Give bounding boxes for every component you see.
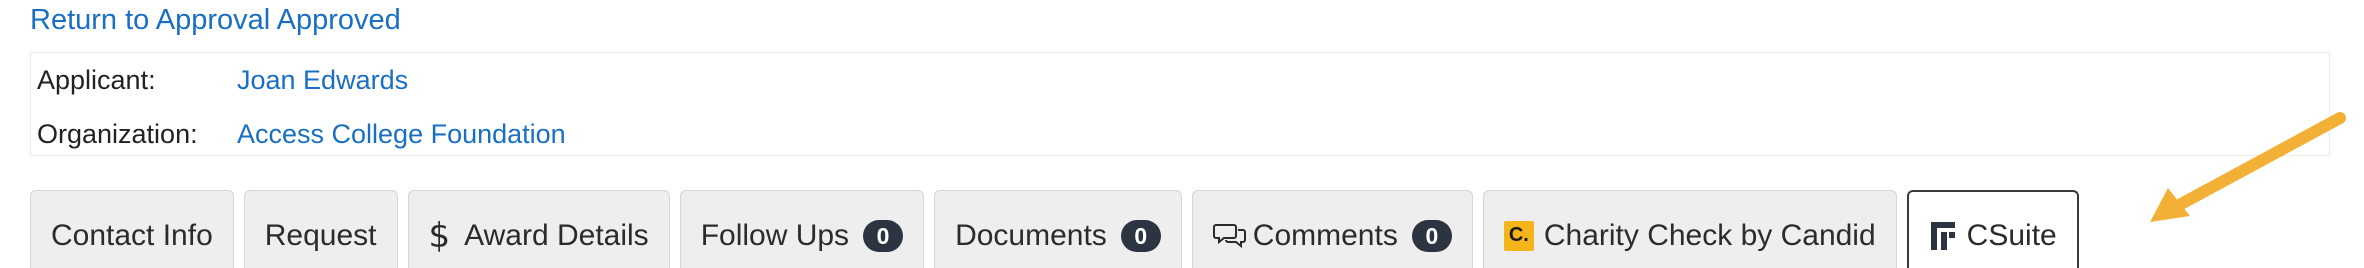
- candid-logo-icon: C.: [1503, 220, 1534, 251]
- return-link[interactable]: Return to Approval Approved: [30, 2, 401, 38]
- count-badge: 0: [863, 219, 904, 252]
- pointer-arrow-icon: [2150, 112, 2346, 222]
- count-badge: 0: [1120, 219, 1161, 252]
- tab-follow-ups[interactable]: Follow Ups 0: [679, 190, 925, 268]
- applicant-info-panel: Applicant: Joan Edwards Organization: Ac…: [30, 52, 2330, 156]
- tab-charity-check[interactable]: C. Charity Check by Candid: [1482, 190, 1897, 268]
- tab-documents[interactable]: Documents 0: [934, 190, 1182, 268]
- applicant-row: Applicant: Joan Edwards: [37, 63, 408, 97]
- tab-label: Documents: [955, 218, 1107, 252]
- tab-award-details[interactable]: $ Award Details: [407, 190, 670, 268]
- dollar-icon: $: [428, 215, 451, 256]
- organization-row: Organization: Access College Foundation: [37, 117, 566, 151]
- tab-label: Award Details: [464, 218, 649, 252]
- applicant-link[interactable]: Joan Edwards: [237, 63, 408, 97]
- applicant-label: Applicant:: [37, 65, 156, 95]
- tab-label: CSuite: [1966, 219, 2057, 252]
- tab-request[interactable]: Request: [243, 190, 398, 268]
- tab-label: Comments: [1252, 218, 1398, 252]
- count-badge: 0: [1411, 219, 1452, 252]
- organization-label: Organization:: [37, 119, 198, 149]
- tab-bar: Contact Info Request $ Award Details Fol…: [30, 190, 2079, 268]
- tab-csuite[interactable]: CSuite: [1906, 190, 2079, 268]
- comments-icon: [1212, 222, 1247, 250]
- tab-contact-info[interactable]: Contact Info: [30, 190, 234, 268]
- tab-label: Follow Ups: [700, 218, 850, 252]
- organization-link[interactable]: Access College Foundation: [237, 117, 566, 151]
- tab-label: Request: [264, 218, 377, 252]
- csuite-logo-icon: [1929, 220, 1961, 252]
- tab-label: Contact Info: [51, 218, 213, 252]
- tab-comments[interactable]: Comments 0: [1191, 190, 1473, 268]
- tab-label: Charity Check by Candid: [1543, 218, 1876, 252]
